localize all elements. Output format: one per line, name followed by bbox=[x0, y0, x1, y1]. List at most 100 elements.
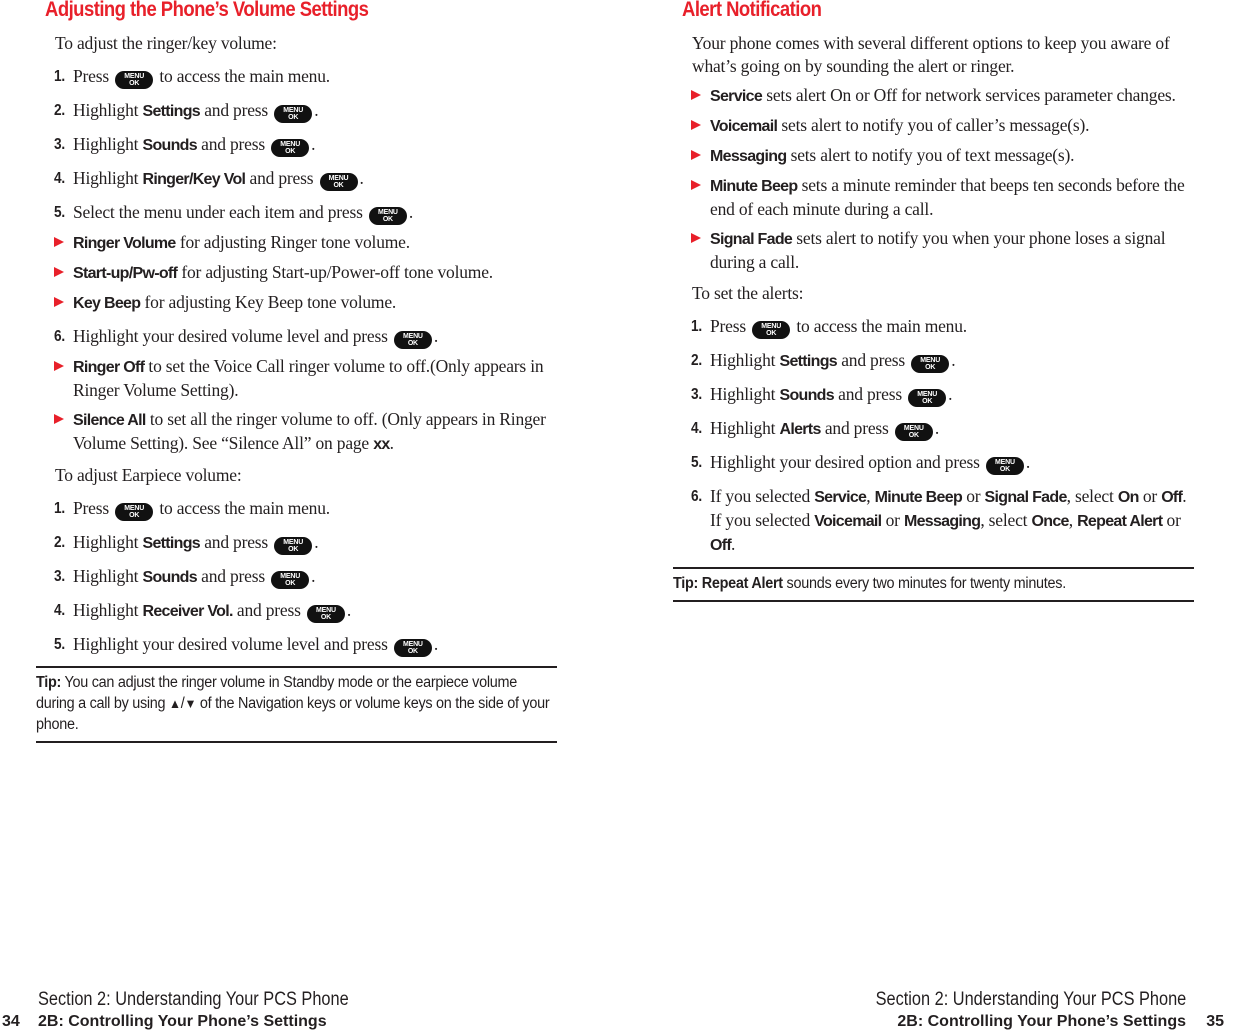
step-number: 4. bbox=[54, 170, 66, 187]
step-number: 6. bbox=[54, 328, 66, 345]
step-item: 3. Highlight Sounds and press MENU OK. bbox=[673, 383, 1194, 407]
bullet-term: Voicemail bbox=[710, 118, 778, 135]
step-number: 3. bbox=[691, 386, 703, 403]
step-bold-term: Alerts bbox=[779, 421, 821, 438]
footer-right: Section 2: Understanding Your PCS Phone … bbox=[825, 989, 1224, 1033]
step-text: , select bbox=[1066, 486, 1118, 506]
alert-intro: Your phone comes with several different … bbox=[692, 33, 1170, 76]
step-end: . bbox=[311, 566, 316, 586]
page-heading: Alert Notification bbox=[682, 0, 822, 21]
triangle-bullet-icon bbox=[54, 414, 64, 424]
bullet-text: for adjusting Key Beep tone volume. bbox=[144, 292, 397, 312]
step-end: . bbox=[408, 202, 414, 222]
bullet-term: Key Beep bbox=[73, 295, 141, 312]
step-text: and press bbox=[841, 350, 906, 370]
footer-chapter-title: 2B: Controlling Your Phone’s Settings bbox=[38, 1013, 327, 1030]
footer-chapter-title: 2B: Controlling Your Phone’s Settings bbox=[897, 1013, 1186, 1030]
step-item: 6. If you selected Service, Minute Beep … bbox=[673, 485, 1194, 557]
step-number: 5. bbox=[54, 636, 66, 653]
step-item: 4. Highlight Ringer/Key Vol and press MEN… bbox=[36, 167, 557, 191]
step-bold-term: Minute Beep bbox=[874, 489, 963, 506]
bullet-item: Ringer Off to set the Voice Call ringer … bbox=[36, 355, 557, 402]
step-end: . bbox=[1025, 452, 1031, 472]
bullet-text: sets alert On or Off for network service… bbox=[766, 85, 1176, 105]
footer-section-title: Section 2: Understanding Your PCS Phone bbox=[875, 989, 1186, 1010]
step-text: Highlight bbox=[73, 134, 139, 154]
step-end: . bbox=[934, 418, 940, 438]
bullet-term: Signal Fade bbox=[710, 231, 793, 248]
left-page: Adjusting the Phone’s Volume Settings To… bbox=[36, 0, 557, 743]
step-text: Press bbox=[73, 66, 109, 86]
step-item: 4. Highlight Alerts and press MENU OK. bbox=[673, 417, 1194, 441]
step-end: . bbox=[314, 532, 319, 552]
alert-bullets-list: Service sets alert On or Off for network… bbox=[673, 84, 1194, 274]
step-number: 5. bbox=[691, 454, 703, 471]
step-item: 5. Highlight your desired volume level an… bbox=[36, 633, 557, 657]
step-item: 2. Highlight Settings and press MENU OK. bbox=[36, 99, 557, 123]
step-text: , bbox=[866, 486, 875, 506]
menu-ok-key-icon: MENU OK bbox=[393, 639, 432, 657]
step-bold-term: Service bbox=[814, 489, 867, 506]
step-text: and press bbox=[236, 600, 301, 620]
alert-steps-list: 1. Press MENU OK to access the main menu. 2… bbox=[673, 315, 1194, 475]
step-number: 1. bbox=[54, 68, 66, 85]
step-text: If you selected bbox=[710, 486, 815, 506]
step-number: 1. bbox=[691, 318, 703, 335]
step-text: , select bbox=[980, 510, 1032, 530]
tip-box: Tip: Repeat Alert sounds every two minut… bbox=[673, 567, 1194, 602]
step-end: . bbox=[311, 134, 316, 154]
tip-label: Tip: bbox=[673, 575, 699, 592]
step-bold-term: On bbox=[1117, 489, 1140, 506]
step-number: 2. bbox=[54, 534, 66, 551]
triangle-bullet-icon bbox=[691, 233, 701, 243]
step-item: 2. Highlight Settings and press MENU OK. bbox=[36, 531, 557, 555]
footer-left: Section 2: Understanding Your PCS Phone … bbox=[0, 989, 399, 1033]
triangle-bullet-icon bbox=[54, 361, 64, 371]
step-end: . bbox=[346, 600, 352, 620]
ringer-intro: To adjust the ringer/key volume: bbox=[55, 33, 277, 53]
step-bold-term: Sounds bbox=[142, 137, 197, 154]
menu-ok-key-icon: MENU OK bbox=[752, 321, 791, 339]
step-text: Highlight your desired volume level and … bbox=[73, 634, 388, 654]
step-text: and press bbox=[201, 134, 265, 154]
set-alerts-intro: To set the alerts: bbox=[692, 283, 804, 303]
step-item: 1. Press MENU OK to access the main menu. bbox=[36, 65, 557, 89]
step6-bullets-list: Ringer Off to set the Voice Call ringer … bbox=[36, 355, 557, 456]
step-end: . bbox=[359, 168, 364, 188]
step-end: . bbox=[948, 384, 953, 404]
step-text: Highlight bbox=[73, 100, 139, 120]
footer-section-title: Section 2: Understanding Your PCS Phone bbox=[38, 989, 349, 1010]
step-text: and press bbox=[201, 566, 265, 586]
right-page: Alert Notification Your phone comes with… bbox=[673, 0, 1194, 602]
earpiece-intro: To adjust Earpiece volume: bbox=[55, 465, 242, 485]
step-item: 2. Highlight Settings and press MENU OK. bbox=[673, 349, 1194, 373]
step-text: Highlight bbox=[73, 600, 139, 620]
step-text: and press bbox=[824, 418, 889, 438]
bullet-end: . bbox=[389, 433, 394, 453]
step-number: 5. bbox=[54, 204, 66, 221]
step-bold-term: Messaging bbox=[903, 513, 981, 530]
bullet-term: Minute Beep bbox=[710, 178, 798, 195]
menu-ok-key-icon: MENU OK bbox=[274, 537, 313, 555]
step-text: to access the main menu. bbox=[159, 66, 330, 86]
step-number: 6. bbox=[691, 488, 703, 505]
step-bold-term: Signal Fade bbox=[984, 489, 1068, 506]
step-text: or bbox=[1162, 510, 1181, 530]
step-text: Highlight bbox=[710, 384, 776, 404]
bullet-item: Key Beep for adjusting Key Beep tone vol… bbox=[36, 291, 557, 315]
menu-ok-key-icon: MENU OK bbox=[115, 71, 154, 89]
bullet-text: to set the Voice Call ringer volume to o… bbox=[73, 356, 544, 400]
up-arrow-icon: ▲ bbox=[169, 696, 181, 711]
step-number: 4. bbox=[54, 602, 66, 619]
step-text: Press bbox=[73, 498, 109, 518]
triangle-bullet-icon bbox=[691, 150, 701, 160]
menu-ok-key-icon: MENU OK bbox=[319, 173, 358, 191]
bullet-term: Messaging bbox=[710, 148, 787, 165]
step-bold-term: Settings bbox=[142, 103, 201, 120]
step-text: or bbox=[881, 510, 904, 530]
bullet-item: Minute Beep sets a minute reminder that … bbox=[673, 174, 1194, 221]
step-text: to access the main menu. bbox=[796, 316, 967, 336]
tip-bold: Repeat Alert bbox=[701, 575, 783, 592]
triangle-bullet-icon bbox=[54, 297, 64, 307]
menu-ok-key-icon: MENU OK bbox=[115, 503, 154, 521]
